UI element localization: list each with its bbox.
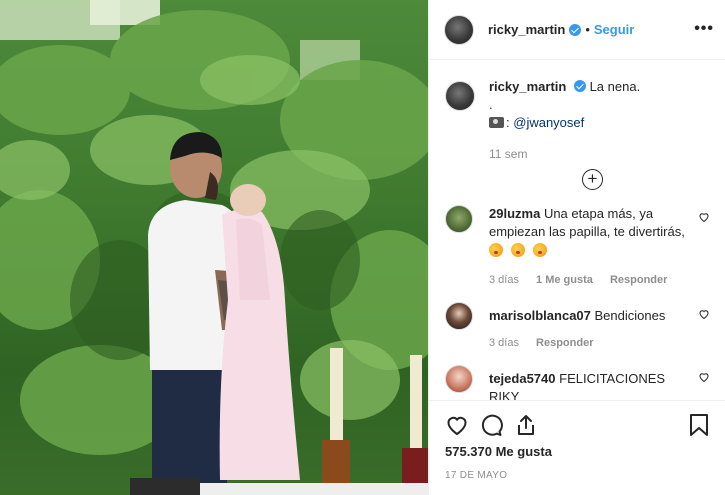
heart-icon[interactable]: [445, 413, 469, 437]
caption-dot: .: [489, 97, 493, 112]
commenter-avatar[interactable]: [445, 205, 473, 233]
post-sidebar: ricky_martin • Seguir ••• ricky_martin L…: [428, 0, 725, 495]
caption-avatar[interactable]: [445, 81, 475, 111]
caption-username[interactable]: ricky_martin: [489, 79, 566, 94]
comment-actions: 3 días 1 Me gusta Responder: [489, 274, 710, 286]
verified-badge-icon: [569, 23, 582, 36]
caption-line: ricky_martin La nena.: [489, 78, 710, 96]
caption-credit-prefix: :: [506, 115, 510, 130]
commenter-avatar[interactable]: [445, 365, 473, 393]
comment-text: Bendiciones: [594, 308, 666, 323]
caption-credit: : @jwanyosef: [489, 114, 710, 132]
comment-emojis: [489, 243, 686, 262]
comment-time[interactable]: 3 días: [489, 337, 519, 349]
comment-username[interactable]: 29luzma: [489, 206, 540, 221]
emoji-icon: [511, 243, 525, 257]
caption-text: La nena.: [589, 79, 641, 94]
like-comment-heart-icon[interactable]: [698, 308, 710, 320]
bookmark-icon[interactable]: [688, 413, 710, 437]
like-comment-heart-icon[interactable]: [698, 371, 710, 383]
load-more-comments-icon[interactable]: +: [582, 169, 603, 190]
commenter-avatar[interactable]: [445, 302, 473, 330]
emoji-icon: [533, 243, 547, 257]
author-username[interactable]: ricky_martin: [488, 22, 565, 37]
comment-likes-count[interactable]: 1 Me gusta: [536, 274, 593, 286]
post-date[interactable]: 17 DE MAYO: [445, 470, 710, 481]
caption-timestamp[interactable]: 11 sem: [489, 147, 710, 161]
author-avatar[interactable]: [444, 14, 474, 45]
post-header: ricky_martin • Seguir •••: [429, 0, 725, 60]
share-icon[interactable]: [514, 413, 538, 437]
like-comment-heart-icon[interactable]: [698, 211, 710, 223]
comment-body: 29luzma Una etapa más, ya empiezan las p…: [489, 205, 710, 262]
action-bar: [445, 401, 710, 449]
comment-item: 29luzma Una etapa más, ya empiezan las p…: [445, 205, 710, 286]
comment-icon[interactable]: [479, 413, 503, 437]
post-footer: 575.370 Me gusta 17 DE MAYO: [429, 400, 725, 495]
reply-button[interactable]: Responder: [610, 274, 667, 286]
camera-icon: [489, 117, 504, 128]
comment-item: marisolblanca07 Bendiciones 3 días Respo…: [445, 302, 710, 349]
comments-list[interactable]: ricky_martin La nena. . : @jwanyosef 11 …: [429, 61, 725, 400]
comment-body: marisolblanca07 Bendiciones: [489, 302, 710, 325]
post-photo[interactable]: [0, 0, 428, 495]
comment-username[interactable]: tejeda5740: [489, 371, 556, 386]
comment-time[interactable]: 3 días: [489, 274, 519, 286]
more-options-icon[interactable]: •••: [694, 20, 714, 38]
comment-username[interactable]: marisolblanca07: [489, 308, 591, 323]
header-separator: •: [585, 22, 590, 37]
comment-item: tejeda5740 FELICITACIONES RIKY: [445, 365, 710, 400]
comment-body: tejeda5740 FELICITACIONES RIKY: [489, 365, 710, 400]
emoji-icon: [489, 243, 503, 257]
reply-button[interactable]: Responder: [536, 337, 593, 349]
photographer-mention-link[interactable]: @jwanyosef: [513, 115, 584, 130]
comment-actions: 3 días Responder: [489, 337, 710, 349]
post-caption: ricky_martin La nena. . : @jwanyosef 11 …: [445, 61, 710, 191]
follow-button[interactable]: Seguir: [594, 22, 634, 37]
photo-illustration: [0, 0, 428, 495]
instagram-post-modal: ricky_martin • Seguir ••• ricky_martin L…: [0, 0, 725, 495]
verified-badge-icon: [573, 80, 586, 92]
